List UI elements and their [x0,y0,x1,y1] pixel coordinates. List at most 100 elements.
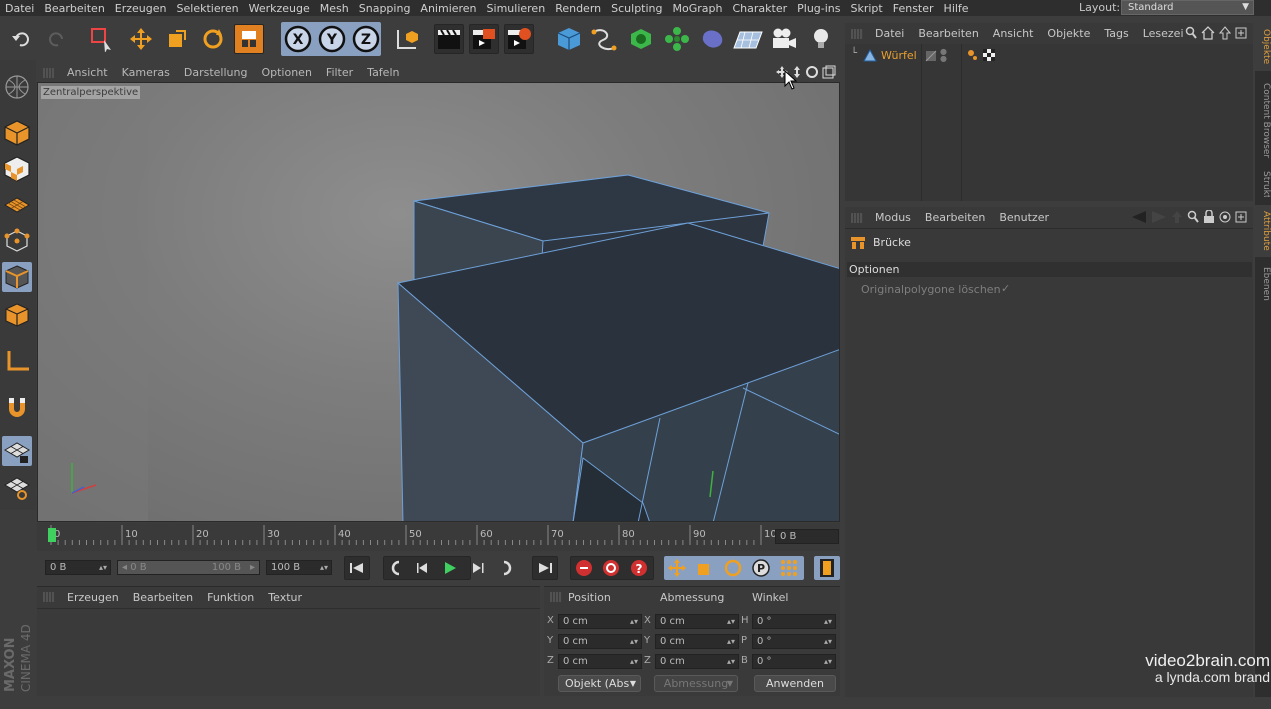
snapping-button[interactable] [2,392,32,422]
edge-mode-button[interactable] [2,262,32,292]
lock-icon[interactable] [1203,210,1215,224]
undo-button[interactable] [6,24,36,54]
viewport-3d[interactable]: Zentralperspektive [37,82,840,522]
menu-item-11[interactable]: MoGraph [668,2,728,15]
start-frame-field[interactable]: 0 B ▴▾ [45,560,111,575]
obj-menu-bearbeiten[interactable]: Bearbeiten [911,27,985,40]
panel-grip[interactable] [43,67,55,78]
current-frame-field[interactable]: 0 B [775,529,839,544]
frame-range-slider[interactable]: ◂ 0 B 100 B ▸ [117,560,260,575]
up-arrow-icon[interactable] [1171,210,1183,224]
attr-menu-benutzer[interactable]: Benutzer [992,211,1056,224]
size-y-field[interactable]: 0 cm ▴▾ [655,634,739,649]
position-z-field[interactable]: 0 cm ▴▾ [558,654,642,669]
position-x-field[interactable]: 0 cm ▴▾ [558,614,642,629]
key-position-button[interactable] [664,556,690,580]
menu-item-16[interactable]: Hilfe [939,2,974,15]
live-selection-button[interactable] [87,24,117,54]
point-mode-button[interactable] [2,226,32,256]
y-axis-button[interactable]: Y [317,24,347,54]
menu-item-3[interactable]: Selektieren [172,2,244,15]
render-settings-button[interactable] [504,24,534,54]
rotation-h-field[interactable]: 0 ° ▴▾ [752,614,836,629]
timeline-toggle-button[interactable] [814,556,840,580]
previous-key-button[interactable] [383,556,409,580]
deformer-button[interactable] [698,24,728,54]
record-active-button[interactable] [571,556,597,580]
axis-mode-button[interactable] [2,346,32,376]
menu-item-1[interactable]: Bearbeiten [39,2,109,15]
panel-grip[interactable] [851,212,863,223]
key-pla-button[interactable] [776,556,802,580]
obj-menu-objekte[interactable]: Objekte [1040,27,1097,40]
x-axis-button[interactable]: X [283,24,313,54]
search-icon[interactable] [1185,26,1197,40]
make-editable-button[interactable] [2,72,32,102]
menu-item-12[interactable]: Charakter [727,2,792,15]
tab-ebenen[interactable]: Ebenen [1255,263,1271,303]
tab-objekte[interactable]: Objekte [1255,23,1271,71]
vp-menu-tafeln[interactable]: Tafeln [360,66,406,79]
rotation-b-field[interactable]: 0 ° ▴▾ [752,654,836,669]
apply-button[interactable]: Anwenden [754,675,836,692]
render-picture-viewer-button[interactable] [469,24,499,54]
rotate-button[interactable] [198,24,228,54]
mat-menu-bearbeiten[interactable]: Bearbeiten [126,591,200,604]
previous-frame-button[interactable] [410,556,436,580]
model-mode-button[interactable] [2,118,32,148]
tab-struktur[interactable]: Struktur [1255,167,1271,197]
scale-button[interactable] [162,24,192,54]
texture-mode-button[interactable] [2,154,32,184]
menu-item-0[interactable]: Datei [0,2,39,15]
menu-item-6[interactable]: Snapping [354,2,416,15]
go-to-end-button[interactable] [532,556,558,580]
obj-menu-lesezeichen[interactable]: Lesezei [1136,27,1191,40]
tab-attribute[interactable]: Attribute [1255,205,1271,257]
menu-item-10[interactable]: Sculpting [606,2,667,15]
locked-workplane-button[interactable] [2,436,32,466]
size-mode-select[interactable]: Abmessung ▼ [654,675,738,692]
rotation-p-field[interactable]: 0 ° ▴▾ [752,634,836,649]
coordinate-mode-select[interactable]: Objekt (Abs ▼ [558,675,641,692]
arrow-up-icon[interactable] [1219,26,1231,40]
size-z-field[interactable]: 0 cm ▴▾ [655,654,739,669]
attr-menu-modus[interactable]: Modus [868,211,918,224]
panel-grip[interactable] [43,592,55,602]
menu-item-5[interactable]: Mesh [315,2,354,15]
recent-tool-button[interactable] [234,24,264,54]
key-rotation-button[interactable] [720,556,746,580]
mat-menu-textur[interactable]: Textur [261,591,309,604]
mat-menu-funktion[interactable]: Funktion [200,591,261,604]
cube-button[interactable] [554,24,584,54]
world-coordinates-button[interactable] [392,24,422,54]
end-frame-field[interactable]: 100 B ▴▾ [266,560,332,575]
section-header[interactable]: Optionen [847,262,1252,277]
option-checkbox[interactable]: ✓ [1001,282,1010,295]
next-key-button[interactable] [494,556,520,580]
vp-menu-filter[interactable]: Filter [319,66,360,79]
panel-grip[interactable] [550,592,562,602]
menu-item-15[interactable]: Fenster [888,2,939,15]
menu-item-13[interactable]: Plug-ins [792,2,845,15]
vp-menu-kameras[interactable]: Kameras [115,66,177,79]
obj-menu-datei[interactable]: Datei [868,27,911,40]
key-parameter-button[interactable]: P [748,556,774,580]
render-view-button[interactable] [434,24,464,54]
obj-menu-tags[interactable]: Tags [1097,27,1135,40]
object-row-wuerfel[interactable]: └ Würfel ● ● [845,48,1253,64]
menu-item-9[interactable]: Rendern [550,2,606,15]
tab-content-browser[interactable]: Content Browser [1255,77,1271,165]
forward-arrow-icon[interactable] [1151,210,1167,224]
vp-menu-darstellung[interactable]: Darstellung [177,66,255,79]
workplane-mode-button[interactable] [2,190,32,220]
maximize-view-icon[interactable] [822,65,836,79]
go-to-start-button[interactable] [344,556,370,580]
vp-menu-optionen[interactable]: Optionen [254,66,318,79]
timeline-ruler[interactable]: 0 10 20 30 40 50 60 70 80 90 100 0 B [37,523,840,551]
menu-item-14[interactable]: Skript [846,2,888,15]
visibility-dots-icon[interactable]: ● ● [940,48,947,63]
search-icon[interactable] [1187,210,1199,224]
spline-button[interactable] [589,24,619,54]
autokey-button[interactable] [598,556,624,580]
move-button[interactable] [126,24,156,54]
